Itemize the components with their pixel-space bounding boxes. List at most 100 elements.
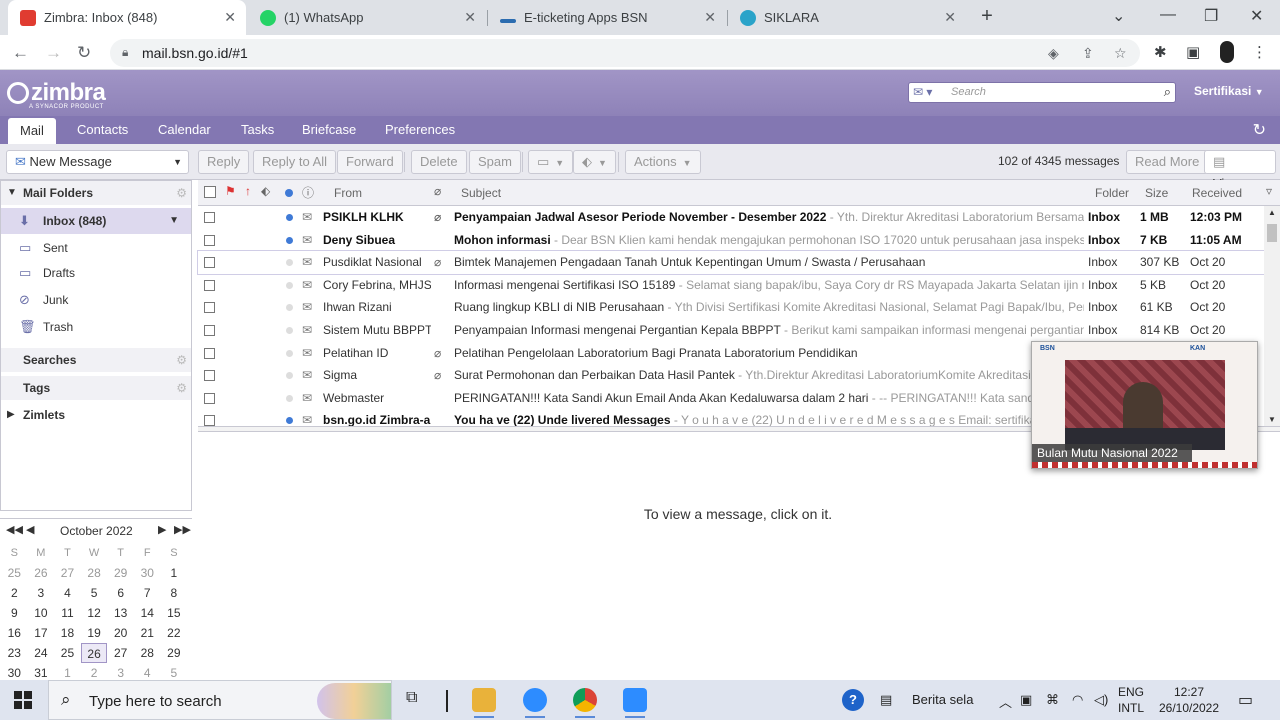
close-window-icon[interactable]: ✕ <box>1250 6 1263 26</box>
tab-calendar[interactable]: Calendar <box>146 116 223 144</box>
message-checkbox[interactable] <box>204 234 215 246</box>
profile-avatar[interactable] <box>1220 41 1234 63</box>
zoom-meeting-icon[interactable] <box>623 688 647 718</box>
message-row[interactable]: ✉︎ Sistem Mutu BBPPT Penyampaian Informasi… <box>198 319 1264 342</box>
tab-siklara[interactable]: SIKLARA ✕ <box>728 0 966 35</box>
zimlets-header[interactable]: ▶ Zimlets <box>1 403 191 427</box>
read-status-dot[interactable] <box>286 214 293 221</box>
search-type-envelope-icon[interactable]: ✉︎ ▾ <box>913 85 932 99</box>
input-language[interactable]: ENG INTL <box>1118 684 1144 716</box>
calendar-day[interactable]: 15 <box>161 603 188 623</box>
sidebar-item-trash[interactable]: 🗑︎ Trash <box>1 314 191 340</box>
read-status-icon[interactable] <box>285 189 293 197</box>
menu-kebab-icon[interactable]: ⋮ <box>1252 43 1267 61</box>
calendar-day[interactable]: 12 <box>81 603 108 623</box>
tab-search-icon[interactable]: ⌄ <box>1112 6 1125 26</box>
close-tab-icon[interactable]: ✕ <box>224 9 236 26</box>
calendar-day[interactable]: 3 <box>28 583 55 603</box>
read-status-dot[interactable] <box>286 349 293 357</box>
volume-icon[interactable]: ◁) <box>1094 692 1108 708</box>
refresh-icon[interactable]: ↻ <box>1253 120 1266 140</box>
picture-in-picture-video[interactable]: BSN KAN Bulan Mutu Nasional 2022 <box>1031 341 1258 469</box>
tab-briefcase[interactable]: Briefcase <box>290 116 368 144</box>
url-omnibox[interactable]: 🔒︎ mail.bsn.go.id/#1 ◈ ⇪ ☆ <box>110 39 1140 67</box>
message-checkbox[interactable] <box>204 279 215 291</box>
message-row[interactable]: ✉︎ Cory Febrina, MHJS Informasi mengenai S… <box>198 274 1264 297</box>
tab-whatsapp[interactable]: (1) WhatsApp ✕ <box>248 0 486 35</box>
status-icon[interactable]: ⓘ <box>302 184 314 201</box>
calendar-day[interactable]: 18 <box>54 623 81 643</box>
scroll-up-icon[interactable]: ▲ <box>1268 208 1276 217</box>
reply-all-button[interactable]: Reply to All <box>253 150 337 174</box>
chrome-icon[interactable] <box>573 688 597 718</box>
read-status-dot[interactable] <box>286 394 293 402</box>
calendar-day[interactable]: 9 <box>1 603 28 623</box>
subject-column-header[interactable]: Subject <box>461 186 501 200</box>
calendar-day[interactable]: 5 <box>81 583 108 603</box>
calendar-day[interactable]: 14 <box>134 603 161 623</box>
calendar-month-title[interactable]: October 2022 <box>60 524 133 538</box>
news-icon[interactable]: ▤ <box>880 692 892 708</box>
from-column-header[interactable]: From <box>334 186 362 200</box>
tab-mail[interactable]: Mail <box>8 118 56 144</box>
system-clock[interactable]: 12:27 26/10/2022 <box>1150 684 1228 716</box>
tab-tasks[interactable]: Tasks <box>229 116 286 144</box>
gear-icon[interactable]: ⚙ <box>176 181 187 205</box>
message-checkbox[interactable] <box>204 370 215 382</box>
chevron-down-icon[interactable]: ▼ <box>169 208 179 234</box>
spam-button[interactable]: Spam <box>469 150 521 174</box>
select-all-checkbox[interactable] <box>204 186 216 198</box>
new-message-button[interactable]: ✉︎ New Message ▼ <box>6 150 189 174</box>
message-row[interactable]: ✉︎ Ihwan Rizani Ruang lingkup KBLI di NIB … <box>198 296 1264 319</box>
zimbra-logo[interactable]: zimbra A SYNACOR PRODUCT <box>7 79 106 110</box>
scrollbar-thumb[interactable] <box>1267 224 1277 242</box>
extensions-icon[interactable]: ✱ <box>1154 43 1167 61</box>
calendar-day[interactable]: 25 <box>1 563 28 583</box>
security-icon[interactable]: ▣ <box>1020 692 1032 708</box>
taskbar-search-box[interactable]: ⌕ Type here to search <box>48 680 392 720</box>
calendar-day[interactable]: 11 <box>54 603 81 623</box>
calendar-day[interactable]: 21 <box>134 623 161 643</box>
sidebar-item-inbox[interactable]: ⬇ Inbox (848) ▼ <box>1 208 191 234</box>
next-month-icon[interactable]: ▶ <box>158 523 166 536</box>
attachment-column-icon[interactable]: ⌀ <box>434 184 441 198</box>
forward-button[interactable]: Forward <box>337 150 403 174</box>
lock-icon[interactable]: 🔒︎ <box>122 45 128 60</box>
zimbra-search-box[interactable]: ✉︎ ▾ Search ⌕ <box>908 82 1176 103</box>
calendar-day[interactable]: 19 <box>81 623 108 643</box>
search-icon[interactable]: ⌕ <box>1164 84 1171 100</box>
tab-eticketing[interactable]: E-ticketing Apps BSN ✕ <box>488 0 726 35</box>
calendar-day[interactable]: 2 <box>1 583 28 603</box>
show-hidden-icons[interactable]: ︿ <box>999 692 1012 711</box>
tag-column-icon[interactable]: ⬖ <box>261 184 270 198</box>
read-status-dot[interactable] <box>286 304 293 312</box>
wifi-icon[interactable]: ◠ <box>1072 692 1083 708</box>
read-status-dot[interactable] <box>286 372 293 380</box>
read-more-button[interactable]: Read More <box>1126 150 1209 174</box>
message-checkbox[interactable] <box>204 212 215 223</box>
message-checkbox[interactable] <box>204 302 215 314</box>
delete-button[interactable]: Delete <box>411 150 467 174</box>
restore-icon[interactable]: ❐ <box>1204 6 1218 26</box>
sidebar-item-drafts[interactable]: ▭ Drafts <box>1 260 191 286</box>
message-checkbox[interactable] <box>204 257 215 269</box>
actions-button[interactable]: Actions ▼ <box>625 150 701 174</box>
message-row[interactable]: ✉︎ PSIKLH KLHK ⌀ Penyampaian Jadwal Asesor … <box>198 206 1264 229</box>
notifications-icon[interactable]: ▭ <box>1238 690 1253 710</box>
move-button[interactable]: ▭ ▼ <box>528 150 574 174</box>
zoom-icon[interactable] <box>523 688 547 718</box>
task-view-icon[interactable]: ⧉ <box>406 689 417 707</box>
close-tab-icon[interactable]: ✕ <box>704 9 716 26</box>
tab-contacts[interactable]: Contacts <box>65 116 140 144</box>
calendar-day[interactable]: 27 <box>54 563 81 583</box>
calendar-day[interactable]: 26 <box>28 563 55 583</box>
calendar-day[interactable]: 29 <box>161 643 188 663</box>
minimize-icon[interactable]: — <box>1160 6 1176 24</box>
calendar-day[interactable]: 10 <box>28 603 55 623</box>
reply-button[interactable]: Reply <box>198 150 250 174</box>
calendar-day[interactable]: 6 <box>107 583 134 603</box>
view-button[interactable]: ▤ View▼ <box>1204 150 1276 191</box>
calendar-day[interactable]: 28 <box>134 643 161 663</box>
site-settings-icon[interactable]: ◈ <box>1048 45 1059 62</box>
calendar-day[interactable]: 24 <box>28 643 55 663</box>
